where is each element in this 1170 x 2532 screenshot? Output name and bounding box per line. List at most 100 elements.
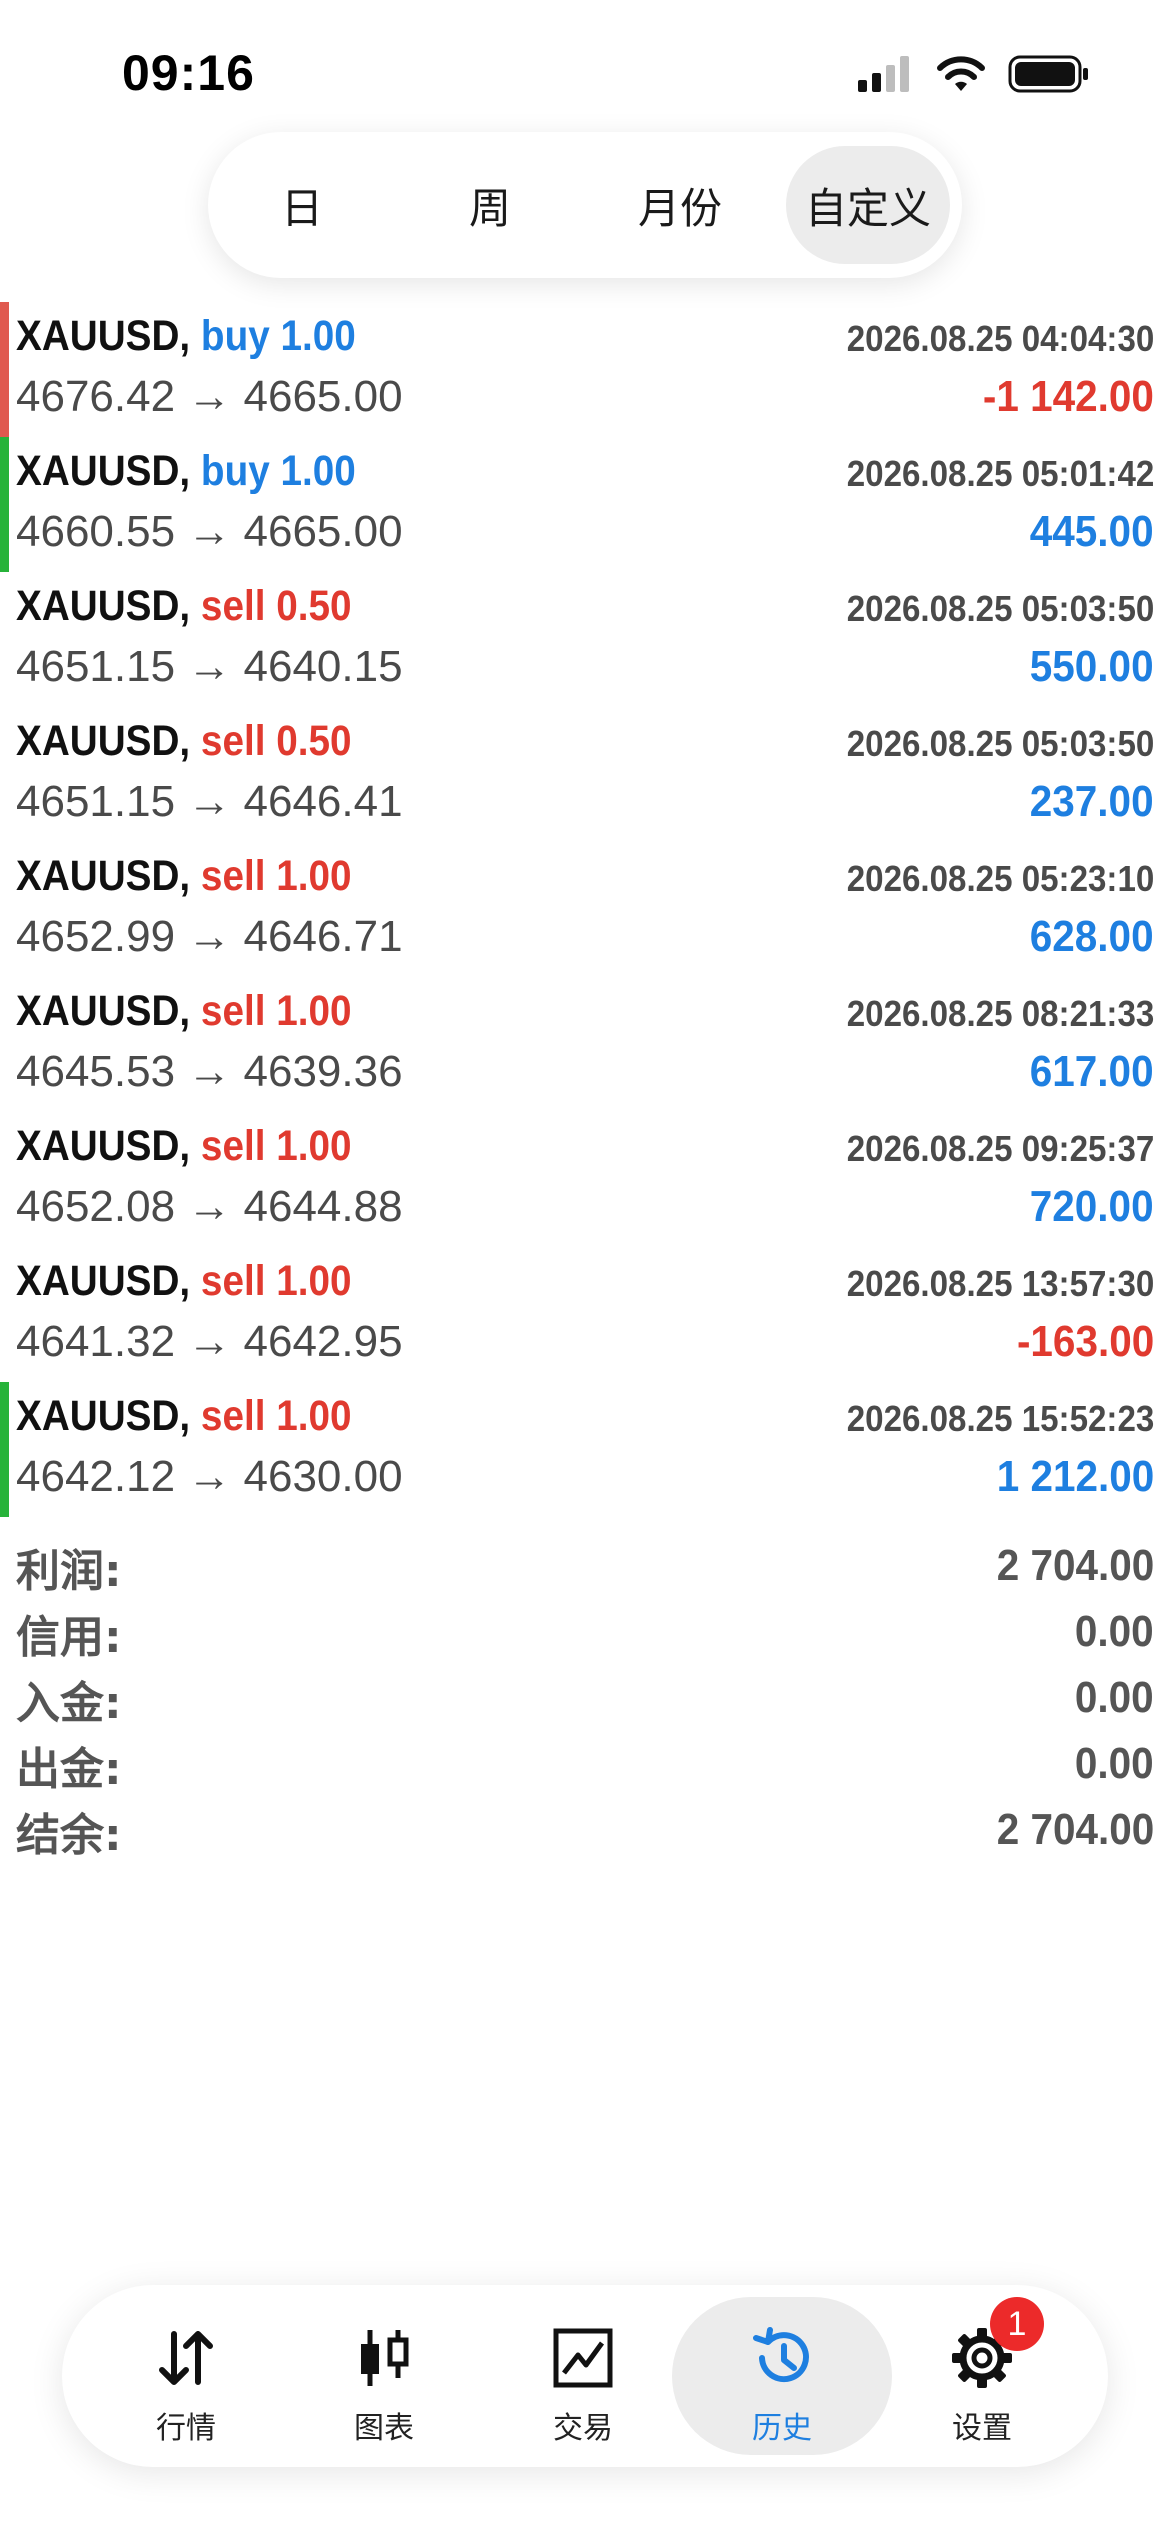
trade-prices: 4642.12 → 4630.00 [16,1452,403,1501]
trade-symbol: XAUUSD, [16,1392,191,1440]
tab-week[interactable]: 周 [408,146,572,264]
nav-label: 图表 [354,2411,414,2446]
trade-side: sell 0.50 [200,582,352,630]
trade-side: sell 0.50 [200,717,352,765]
nav-history[interactable]: 历史 [672,2297,892,2455]
summary-value: 0.00 [1075,1673,1154,1722]
trade-title: XAUUSD, sell 0.50 [16,717,352,766]
trade-profit: -163.00 [1016,1317,1154,1366]
trade-symbol: XAUUSD, [16,717,191,765]
trade-side: sell 1.00 [200,1257,352,1305]
trade-time: 2026.08.25 08:21:33 [846,993,1154,1034]
trade-chart-icon [548,2323,618,2393]
trade-row[interactable]: XAUUSD, sell 1.00 2026.08.25 08:21:33 46… [0,977,1170,1112]
trade-prices: 4641.32 → 4642.95 [16,1317,403,1366]
candlestick-chart-icon [349,2323,419,2393]
trade-row[interactable]: XAUUSD, sell 0.50 2026.08.25 05:03:50 46… [0,572,1170,707]
trade-title: XAUUSD, buy 1.00 [16,312,356,361]
tab-day[interactable]: 日 [220,146,384,264]
trade-prices: 4676.42 → 4665.00 [16,372,403,421]
trade-time: 2026.08.25 05:03:50 [846,723,1154,764]
trade-time: 2026.08.25 04:04:30 [846,318,1154,359]
nav-label: 历史 [752,2411,812,2446]
cellular-signal-icon [858,56,909,92]
trade-prices: 4652.08 → 4644.88 [16,1182,403,1231]
trade-prices: 4651.15 → 4640.15 [16,642,403,691]
summary-label: 信用: [16,1612,122,1663]
trade-row[interactable]: XAUUSD, sell 1.00 2026.08.25 05:23:10 46… [0,842,1170,977]
trade-profit: 237.00 [1030,777,1154,826]
trade-prices: 4645.53 → 4639.36 [16,1047,403,1096]
trade-title: XAUUSD, sell 0.50 [16,582,352,631]
trade-row[interactable]: XAUUSD, buy 1.00 2026.08.25 04:04:30 467… [0,302,1170,437]
trade-side: buy 1.00 [200,312,356,360]
trade-symbol: XAUUSD, [16,1257,191,1305]
row-accent-bar [0,437,9,572]
summary-row-credit: 信用: 0.00 [0,1601,1170,1667]
nav-label: 行情 [156,2411,216,2446]
trade-time: 2026.08.25 15:52:23 [846,1398,1154,1439]
trade-row[interactable]: XAUUSD, sell 1.00 2026.08.25 09:25:37 46… [0,1112,1170,1247]
trade-profit: 617.00 [1030,1047,1154,1096]
history-clock-icon [747,2323,817,2393]
nav-settings[interactable]: 设置 1 [872,2297,1092,2455]
wifi-icon [937,56,985,91]
trade-symbol: XAUUSD, [16,447,191,495]
trade-row[interactable]: XAUUSD, sell 1.00 2026.08.25 13:57:30 46… [0,1247,1170,1382]
status-time: 09:16 [122,45,255,101]
summary-label: 结余: [16,1810,122,1861]
trade-profit: -1 142.00 [982,372,1154,421]
summary-label: 入金: [16,1678,122,1729]
trade-profit: 445.00 [1030,507,1154,556]
trade-time: 2026.08.25 05:23:10 [846,858,1154,899]
account-summary: 利润: 2 704.00 信用: 0.00 入金: 0.00 出金: 0.00 … [0,1535,1170,1865]
trade-symbol: XAUUSD, [16,1122,191,1170]
tab-month[interactable]: 月份 [598,146,762,264]
trade-prices: 4651.15 → 4646.41 [16,777,403,826]
summary-row-deposit: 入金: 0.00 [0,1667,1170,1733]
trade-symbol: XAUUSD, [16,312,191,360]
trade-time: 2026.08.25 05:03:50 [846,588,1154,629]
trade-profit: 628.00 [1030,912,1154,961]
period-selector: 日 周 月份 自定义 [208,132,962,278]
status-bar: 09:16 [0,0,1170,150]
nav-quotes[interactable]: 行情 [76,2297,296,2455]
nav-trade[interactable]: 交易 [473,2297,693,2455]
summary-label: 利润: [16,1546,122,1597]
trade-row[interactable]: XAUUSD, sell 0.50 2026.08.25 05:03:50 46… [0,707,1170,842]
trade-profit: 550.00 [1030,642,1154,691]
trade-symbol: XAUUSD, [16,582,191,630]
trade-row[interactable]: XAUUSD, sell 1.00 2026.08.25 15:52:23 46… [0,1382,1170,1517]
trade-side: buy 1.00 [200,447,356,495]
trade-symbol: XAUUSD, [16,852,191,900]
trade-title: XAUUSD, sell 1.00 [16,1257,352,1306]
trade-time: 2026.08.25 09:25:37 [846,1128,1154,1169]
trade-title: XAUUSD, sell 1.00 [16,1392,352,1441]
trade-side: sell 1.00 [200,1122,352,1170]
summary-value: 2 704.00 [996,1541,1154,1590]
trade-title: XAUUSD, buy 1.00 [16,447,356,496]
trade-side: sell 1.00 [200,852,352,900]
trade-prices: 4652.99 → 4646.71 [16,912,403,961]
summary-row-profit: 利润: 2 704.00 [0,1535,1170,1601]
trade-row[interactable]: XAUUSD, buy 1.00 2026.08.25 05:01:42 466… [0,437,1170,572]
trade-side: sell 1.00 [200,987,352,1035]
nav-label: 交易 [553,2411,613,2446]
bottom-nav: 行情 图表 交易 历史 设置 1 [62,2285,1108,2467]
trade-symbol: XAUUSD, [16,987,191,1035]
trade-time: 2026.08.25 13:57:30 [846,1263,1154,1304]
trade-title: XAUUSD, sell 1.00 [16,852,352,901]
row-accent-bar [0,1382,9,1517]
nav-label: 设置 [952,2411,1012,2446]
trade-history-list: XAUUSD, buy 1.00 2026.08.25 04:04:30 467… [0,302,1170,1517]
trade-prices: 4660.55 → 4665.00 [16,507,403,556]
trade-profit: 1 212.00 [996,1452,1154,1501]
row-accent-bar [0,302,9,437]
tab-custom[interactable]: 自定义 [786,146,950,264]
trade-title: XAUUSD, sell 1.00 [16,1122,352,1171]
status-icons [858,55,1090,93]
notification-badge: 1 [990,2297,1044,2351]
trade-profit: 720.00 [1030,1182,1154,1231]
nav-charts[interactable]: 图表 [274,2297,494,2455]
trade-side: sell 1.00 [200,1392,352,1440]
